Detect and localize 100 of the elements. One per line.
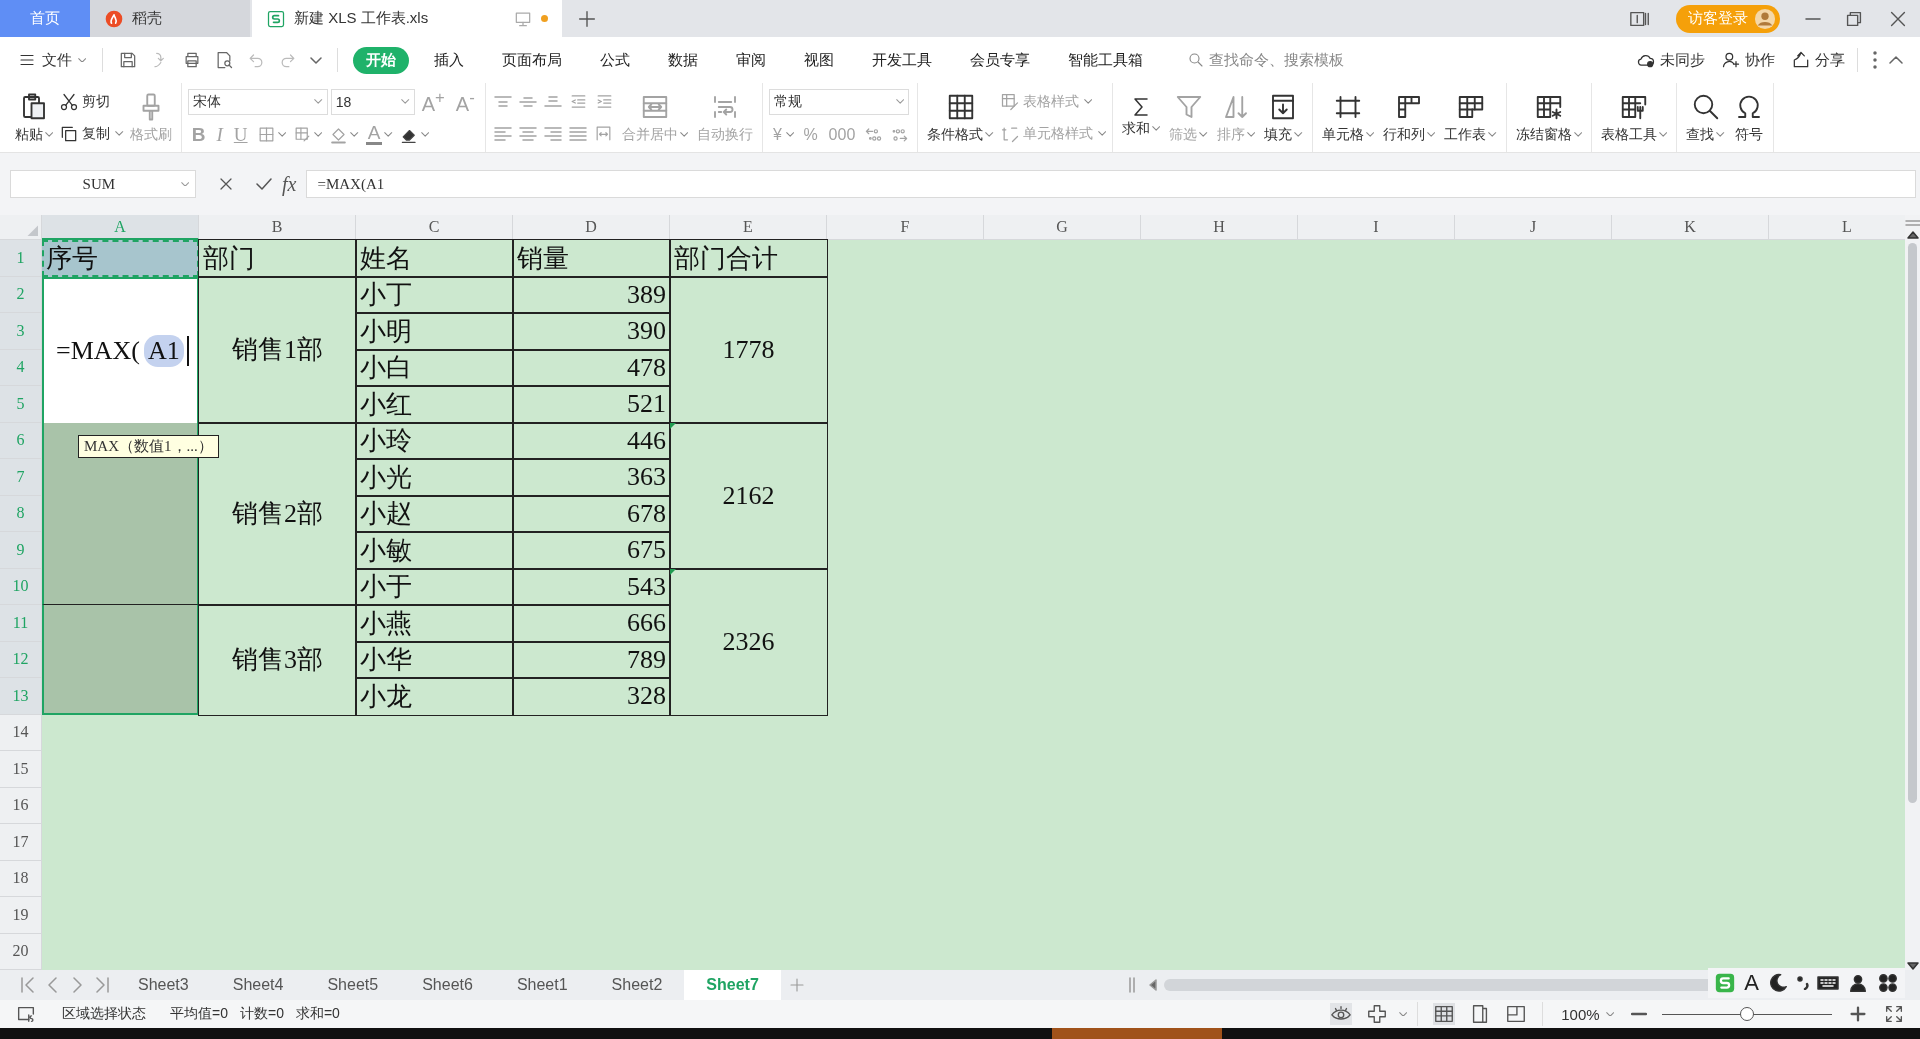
- row-header[interactable]: 17: [0, 824, 42, 861]
- column-header[interactable]: I: [1298, 215, 1455, 240]
- scroll-up-icon[interactable]: [1906, 231, 1919, 239]
- keyboard-icon[interactable]: [1817, 976, 1839, 990]
- function-tooltip: MAX（数值1，...）: [78, 435, 219, 458]
- fullscreen-icon[interactable]: [1883, 1003, 1905, 1025]
- toolbar-link[interactable]: 分享: [1791, 50, 1845, 70]
- normal-view-icon[interactable]: [1433, 1003, 1456, 1025]
- zoom-out-icon[interactable]: [1631, 1012, 1647, 1016]
- dropdown-field[interactable]: 宋体: [187, 88, 328, 115]
- zoom-dropdown[interactable]: 100%: [1561, 1005, 1614, 1023]
- row-header[interactable]: 16: [0, 787, 42, 824]
- sheet-tab[interactable]: Sheet6: [400, 970, 495, 1000]
- ribbon-tab[interactable]: 页面布局: [489, 46, 576, 74]
- eye-icon[interactable]: [1329, 1003, 1352, 1025]
- scrollbar-thumb[interactable]: [1908, 243, 1917, 803]
- ribbon-button[interactable]: 表格工具: [1598, 85, 1671, 150]
- ribbon-button[interactable]: 填充: [1261, 85, 1306, 150]
- ribbon-button[interactable]: 符号: [1730, 85, 1767, 150]
- dropdown-field[interactable]: 18: [330, 88, 415, 115]
- ribbon-button[interactable]: 条件格式: [924, 85, 997, 150]
- selected-cell[interactable]: [42, 605, 199, 715]
- ribbon-tab[interactable]: 会员专享: [957, 46, 1044, 74]
- check-icon[interactable]: [256, 178, 272, 190]
- ribbon-button[interactable]: 粘贴: [12, 85, 57, 150]
- split-handle-icon[interactable]: [1904, 220, 1920, 226]
- toolbar-link[interactable]: 协作: [1721, 50, 1775, 70]
- row-header[interactable]: 20: [0, 933, 42, 970]
- ribbon-button[interactable]: 行和列: [1379, 85, 1439, 150]
- sheet-tab[interactable]: Sheet5: [305, 970, 401, 1000]
- ribbon-tab[interactable]: 插入: [421, 46, 478, 74]
- insert-function-button[interactable]: fx: [282, 172, 297, 196]
- caret-down-icon: [1398, 1011, 1408, 1017]
- sheet-tab[interactable]: Sheet4: [210, 970, 306, 1000]
- ribbon-button[interactable]: 复制: [59, 121, 124, 146]
- sum-icon: [1134, 97, 1149, 116]
- page-break-view-icon[interactable]: [1505, 1003, 1528, 1025]
- caret-down-icon: [679, 132, 689, 137]
- caret-down-icon: [1083, 99, 1093, 104]
- column-header[interactable]: L: [1769, 215, 1905, 240]
- table-cell: 小红: [356, 386, 513, 423]
- caret-down-icon: [1294, 132, 1303, 137]
- column-header[interactable]: K: [1612, 215, 1769, 240]
- zoom-slider-thumb[interactable]: [1740, 1007, 1754, 1021]
- tab[interactable]: 稻壳: [90, 0, 250, 37]
- search-field[interactable]: 查找命令、搜索模板: [1187, 50, 1345, 70]
- row-header[interactable]: 15: [0, 751, 42, 788]
- caret-down-icon[interactable]: [310, 56, 323, 64]
- minimize-icon[interactable]: [1805, 16, 1821, 21]
- column-header[interactable]: D: [513, 215, 670, 240]
- toolbar-link[interactable]: 未同步: [1636, 50, 1705, 70]
- apps-icon[interactable]: [1877, 972, 1899, 994]
- ribbon-tab[interactable]: 审阅: [723, 46, 780, 74]
- ribbon-button[interactable]: 单元格: [1318, 85, 1377, 150]
- editing-cell[interactable]: =MAX( A1: [42, 276, 199, 423]
- column-header[interactable]: E: [670, 215, 827, 240]
- caret-down-icon: [985, 132, 994, 137]
- table-cell: 小龙: [356, 678, 513, 715]
- ribbon-tab[interactable]: 智能工具箱: [1055, 46, 1157, 74]
- paint-bucket-icon: [329, 125, 349, 144]
- column-header[interactable]: H: [1141, 215, 1298, 240]
- tab[interactable]: 新建 XLS 工作表.xls: [252, 0, 562, 37]
- split-handle-icon[interactable]: [1129, 977, 1135, 993]
- file-menu-button[interactable]: 文件: [14, 50, 91, 70]
- scroll-left-icon[interactable]: [1149, 979, 1157, 991]
- ribbon-tab[interactable]: 数据: [655, 46, 712, 74]
- person-icon[interactable]: [1847, 972, 1869, 994]
- ime-mode-toggle[interactable]: A: [1744, 970, 1759, 996]
- ribbon-tab[interactable]: 公式: [587, 46, 644, 74]
- ribbon-tab[interactable]: 开发工具: [859, 46, 946, 74]
- column-header[interactable]: F: [827, 215, 984, 240]
- selected-cell[interactable]: [42, 422, 199, 605]
- ribbon-button[interactable]: 冻结窗格: [1512, 85, 1586, 150]
- sheet-tab[interactable]: Sheet1: [494, 970, 590, 1000]
- ribbon-button[interactable]: 工作表: [1441, 85, 1500, 150]
- ribbon-button[interactable]: 剪切: [59, 89, 111, 114]
- sheet-tab[interactable]: Sheet2: [589, 970, 685, 1000]
- column-header[interactable]: C: [356, 215, 513, 240]
- caret-down-icon: [895, 99, 905, 104]
- name-box[interactable]: SUM: [10, 170, 196, 198]
- row-header[interactable]: 14: [0, 714, 42, 751]
- caret-up-icon[interactable]: [1889, 56, 1903, 64]
- column-header[interactable]: J: [1455, 215, 1612, 240]
- ribbon-tab[interactable]: 视图: [791, 46, 848, 74]
- crosshair-icon[interactable]: [1365, 1003, 1388, 1025]
- table-cell: 小华: [356, 641, 513, 678]
- docer-logo-icon: [104, 8, 124, 29]
- column-header[interactable]: G: [984, 215, 1141, 240]
- ribbon-button[interactable]: 求和: [1119, 85, 1164, 150]
- punctuation-icon[interactable]: [1797, 976, 1809, 990]
- row-header[interactable]: 19: [0, 897, 42, 934]
- sheet-tab[interactable]: Sheet3: [116, 970, 211, 1000]
- moon-icon[interactable]: [1767, 972, 1789, 994]
- ribbon-button[interactable]: 查找: [1683, 85, 1728, 150]
- row-header[interactable]: 18: [0, 860, 42, 897]
- dropdown-field[interactable]: 常规: [769, 88, 910, 115]
- column-header[interactable]: B: [199, 215, 356, 240]
- ime-logo-icon[interactable]: [1714, 972, 1737, 994]
- more-icon[interactable]: [1873, 51, 1877, 69]
- formula-field[interactable]: =MAX(A1: [306, 170, 1916, 198]
